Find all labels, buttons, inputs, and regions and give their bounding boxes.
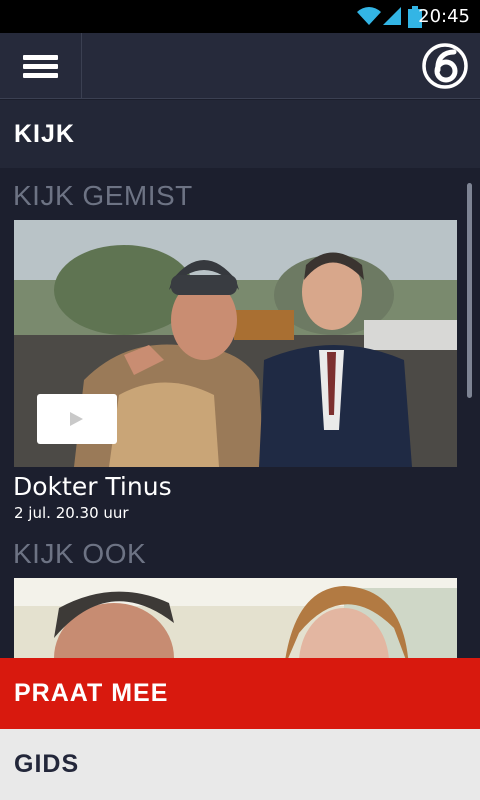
scrollbar[interactable] — [467, 183, 472, 398]
sbs6-logo-icon[interactable] — [422, 43, 468, 89]
featured-video-card[interactable] — [14, 220, 457, 467]
gids-tab[interactable]: GIDS — [0, 729, 480, 800]
status-time: 20:45 — [418, 6, 470, 27]
gids-label: GIDS — [14, 750, 80, 778]
status-bar: 20:45 — [0, 0, 480, 33]
signal-icon — [383, 7, 401, 25]
praat-mee-label: PRAAT MEE — [14, 679, 169, 707]
play-button[interactable] — [37, 394, 117, 444]
page-title: KIJK — [14, 120, 75, 148]
featured-show-title[interactable]: Dokter Tinus — [13, 472, 172, 501]
kijk-gemist-heading: KIJK GEMIST — [13, 180, 193, 211]
app-header — [0, 33, 480, 99]
kijk-ook-heading: KIJK OOK — [13, 538, 147, 569]
kijk-ook-thumbnail — [14, 578, 457, 658]
praat-mee-tab[interactable]: PRAAT MEE — [0, 658, 480, 729]
play-icon — [70, 412, 83, 426]
section-header: KIJK — [0, 100, 480, 168]
menu-button[interactable] — [0, 33, 82, 99]
kijk-ook-card[interactable] — [14, 578, 457, 658]
wifi-icon — [357, 7, 381, 25]
featured-show-date: 2 jul. 20.30 uur — [14, 504, 129, 522]
content-scroll[interactable]: KIJK GEMIST Dokter Tinus 2 jul. 20.30 uu… — [0, 168, 480, 658]
